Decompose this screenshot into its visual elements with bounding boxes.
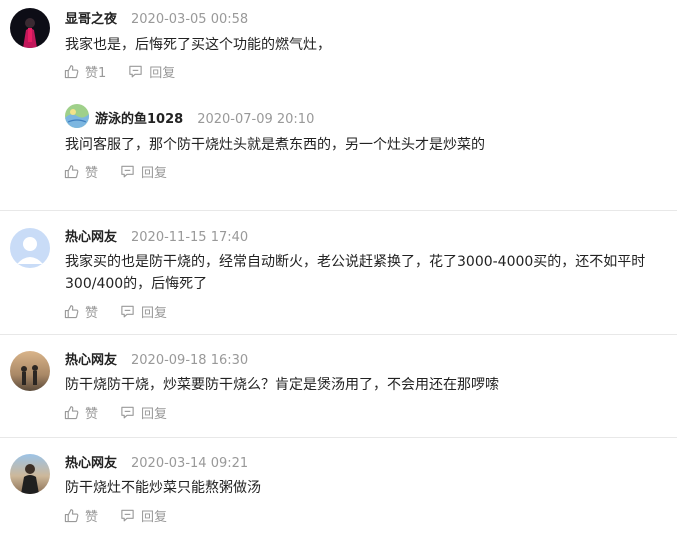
username[interactable]: 热心网友 — [65, 452, 117, 471]
timestamp: 2020-03-05 00:58 — [131, 12, 249, 27]
like-button[interactable]: 赞 — [64, 506, 98, 525]
thumbs-up-icon — [64, 304, 79, 319]
avatar[interactable] — [10, 351, 50, 391]
like-button[interactable]: 赞1 — [64, 62, 106, 81]
username[interactable]: 显哥之夜 — [65, 8, 117, 27]
thumbs-up-icon — [64, 508, 79, 523]
avatar[interactable] — [10, 8, 50, 48]
comment-text: 防干烧防干烧，炒菜要防干烧么？肯定是煲汤用了，不会用还在那啰嗦 — [65, 377, 499, 393]
reply-button[interactable]: 回复 — [128, 62, 175, 81]
comment-icon — [120, 508, 135, 523]
reply-label: 回复 — [149, 66, 176, 81]
timestamp: 2020-09-18 16:30 — [131, 353, 249, 368]
reply-label: 回复 — [141, 166, 168, 181]
reply-button[interactable]: 回复 — [120, 506, 167, 525]
comment-icon — [128, 64, 143, 79]
comment-item: 显哥之夜 2020-03-05 00:58 我家也是，后悔死了买这个功能的燃气灶… — [0, 0, 677, 210]
comment-text: 防干烧灶不能炒菜只能熬粥做汤 — [65, 480, 261, 496]
reply-button[interactable]: 回复 — [120, 302, 167, 321]
like-label: 赞 — [85, 510, 99, 525]
reply-like-button[interactable]: 赞 — [64, 162, 98, 181]
like-label: 赞 — [85, 407, 99, 422]
reply-button[interactable]: 回复 — [120, 403, 167, 422]
comment-item: 热心网友 2020-11-15 17:40 我家买的也是防干烧的，经常自动断火，… — [0, 211, 677, 335]
thumbs-up-icon — [64, 164, 79, 179]
reply-text: 我问客服了，那个防干烧灶头就是煮东西的，另一个灶头才是炒菜的 — [65, 137, 485, 153]
comment-text: 我家买的也是防干烧的，经常自动断火，老公说赶紧换了，花了3000-4000买的，… — [65, 254, 646, 292]
comment-text: 我家也是，后悔死了买这个功能的燃气灶， — [65, 37, 331, 53]
comment-item: 热心网友 2020-03-14 09:21 防干烧灶不能炒菜只能熬粥做汤 赞 回… — [0, 438, 677, 535]
reply-avatar[interactable] — [65, 104, 89, 128]
comment-icon — [120, 405, 135, 420]
like-label: 赞 — [85, 306, 99, 321]
timestamp: 2020-11-15 17:40 — [131, 230, 249, 245]
username[interactable]: 热心网友 — [65, 226, 117, 245]
like-label: 赞1 — [85, 66, 107, 81]
comment-icon — [120, 164, 135, 179]
reply-label: 回复 — [141, 306, 168, 321]
avatar[interactable] — [10, 454, 50, 494]
reply-reply-button[interactable]: 回复 — [120, 162, 167, 181]
thumbs-up-icon — [64, 405, 79, 420]
username[interactable]: 热心网友 — [65, 349, 117, 368]
thumbs-up-icon — [64, 64, 79, 79]
like-button[interactable]: 赞 — [64, 403, 98, 422]
reply-timestamp: 2020-07-09 20:10 — [197, 112, 315, 127]
like-button[interactable]: 赞 — [64, 302, 98, 321]
reply-label: 回复 — [141, 407, 168, 422]
avatar[interactable] — [10, 228, 50, 268]
comment-item: 热心网友 2020-09-18 16:30 防干烧防干烧，炒菜要防干烧么？肯定是… — [0, 335, 677, 437]
reply-label: 回复 — [141, 510, 168, 525]
comment-icon — [120, 304, 135, 319]
like-label: 赞 — [85, 166, 99, 181]
timestamp: 2020-03-14 09:21 — [131, 456, 249, 471]
reply-username[interactable]: 游泳的鱼1028 — [95, 108, 183, 127]
